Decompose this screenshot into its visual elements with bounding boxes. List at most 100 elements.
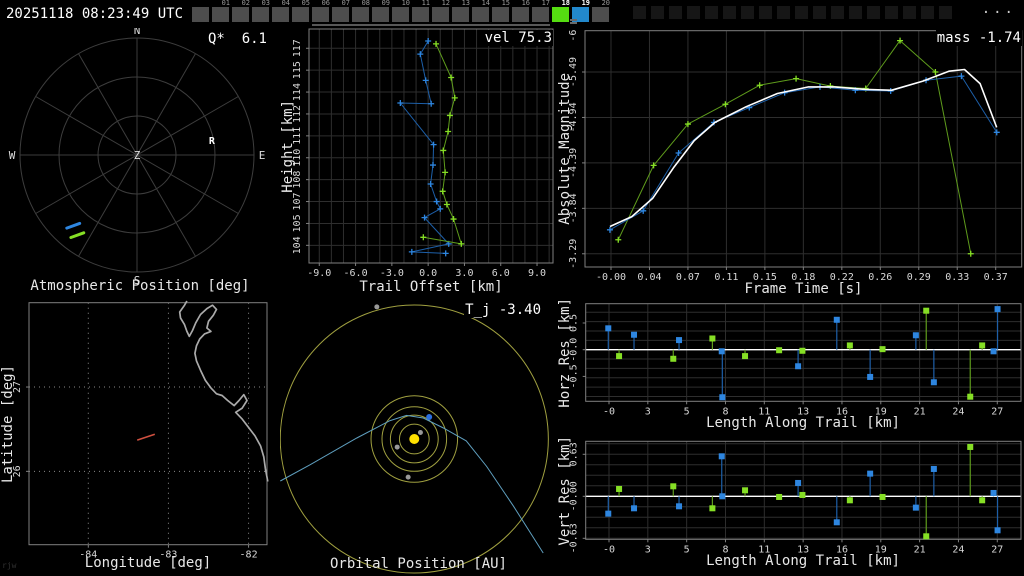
svg-text:R: R [209,136,216,147]
filmstrip-scrollbar[interactable] [312,24,550,26]
trail-ylabel: Height [km] [280,100,296,193]
film-thumb-03[interactable]: 03 [252,0,270,22]
svg-text:114: 114 [292,83,303,101]
film-thumb-12[interactable]: 12 [432,0,450,22]
film-thumb-label: 07 [341,0,350,7]
atmospheric-position-panel: NSWEZR Q* 6.1 Atmospheric Position [deg] [0,28,280,298]
film-slot-empty[interactable] [669,6,682,19]
film-thumb-20[interactable]: 20 [592,0,610,22]
film-thumb-label: 03 [261,0,270,7]
svg-text:-3.29: -3.29 [568,239,579,269]
film-thumb-17[interactable]: 17 [532,0,550,22]
film-slot-empty[interactable] [867,6,880,19]
film-thumb-05[interactable]: 05 [292,0,310,22]
svg-text:-3.0: -3.0 [380,268,404,279]
film-slot-empty[interactable] [813,6,826,19]
film-thumb-15[interactable]: 15 [492,0,510,22]
film-thumb-label: 15 [501,0,510,7]
svg-text:105: 105 [292,214,303,232]
svg-text:115: 115 [292,61,303,79]
svg-text:6.0: 6.0 [492,268,510,279]
film-thumb-label: 17 [541,0,550,7]
film-thumb-label: 02 [241,0,250,7]
horz-res-ylabel: Horz Res [km] [557,298,573,408]
film-thumb-01[interactable]: 01 [212,0,230,22]
svg-text:E: E [259,149,266,162]
film-slot-empty[interactable] [939,6,952,19]
film-thumb-label: 12 [441,0,450,7]
svg-text:107: 107 [292,193,303,211]
film-thumb-label: 14 [481,0,490,7]
atm-xlabel: Atmospheric Position [deg] [30,278,250,294]
svg-text:Z: Z [134,149,141,162]
magnitude-plot: -0.00 0.04 0.07 0.11 0.15 0.18 0.22 0.26 0.29 0.3… [568,28,1023,283]
residuals-plot: -0 3 5 8 11 13 16 19 21 24 270.5-0.0-0.5-0 3 5 8 11 13 1… [569,303,1022,555]
film-slot-empty[interactable] [741,6,754,19]
film-thumb-10[interactable]: 10 [392,0,410,22]
film-slot-empty[interactable] [705,6,718,19]
film-thumb-04[interactable]: 04 [272,0,290,22]
film-slot-empty[interactable] [687,6,700,19]
atmospheric-position-plot: NSW EZR [9,28,266,287]
film-slot-empty[interactable] [885,6,898,19]
watermark-text: rjw [2,561,17,570]
film-thumb-label: 11 [421,0,430,7]
orbital-position-plot [280,304,549,574]
svg-text:N: N [134,28,141,37]
film-thumb-blank[interactable] [192,7,209,22]
film-thumb-label: 20 [601,0,610,7]
tisserand-annotation: T_j -3.40 [464,302,542,318]
film-thumb-label: 08 [361,0,370,7]
orbital-xlabel: Orbital Position [AU] [329,556,507,572]
film-slot-empty[interactable] [795,6,808,19]
magnitude-panel: -0.00 0.04 0.07 0.11 0.15 0.18 0.22 0.26 0.29 0.3… [557,28,1024,298]
film-slot-empty[interactable] [723,6,736,19]
orbital-position-panel: T_j -3.40 Orbital Position [AU] [280,298,557,576]
film-thumb-02[interactable]: 02 [232,0,250,22]
vert-res-ylabel: Vert Res [km] [557,436,573,546]
top-bar: 20251118 08:23:49 UTC 01 02 03 04 05 06 07 08 09… [0,0,1024,28]
film-thumb-08[interactable]: 08 [352,0,370,22]
ground-track-map: -84 -83 -822726 [12,300,269,561]
film-thumb-13[interactable]: 13 [452,0,470,22]
magnitude-ylabel: Absolute Magnitude [557,73,573,225]
film-thumb-label: 18 [561,0,570,7]
film-thumb-label: 01 [221,0,230,7]
film-thumb-label: 05 [301,0,310,7]
film-slot-empty[interactable] [777,6,790,19]
film-thumb-label: 16 [521,0,530,7]
svg-text:3.0: 3.0 [455,268,473,279]
svg-text:-9.0: -9.0 [307,268,331,279]
film-thumb-label: 10 [401,0,410,7]
film-slot-empty[interactable] [903,6,916,19]
svg-text:-6.0: -6.0 [344,268,368,279]
film-slot-empty[interactable] [921,6,934,19]
film-thumb-16[interactable]: 16 [512,0,530,22]
map-xlabel: Longitude [deg] [84,555,212,571]
velocity-annotation: vel 75.3 [483,30,553,46]
svg-text:9.0: 9.0 [528,268,546,279]
film-thumb-14[interactable]: 14 [472,0,490,22]
map-ylabel: Latitude [deg] [0,365,16,484]
svg-text:104: 104 [292,236,303,254]
film-thumb-06[interactable]: 06 [312,0,330,22]
menu-dots-button[interactable]: ... [982,1,1016,17]
utc-timestamp: 20251118 08:23:49 UTC [6,6,184,22]
svg-text:-6.04: -6.04 [568,28,579,42]
residuals-panel: -0 3 5 8 11 13 16 19 21 24 27 0.5 -0.0 -0.5 -0 3 5 8 11 13 1… [557,298,1024,576]
film-slot-empty[interactable] [831,6,844,19]
svg-text:0.0: 0.0 [419,268,437,279]
film-slot-empty[interactable] [633,6,646,19]
film-thumb-07[interactable]: 07 [332,0,350,22]
film-thumb-label: 06 [321,0,330,7]
film-thumb-09[interactable]: 09 [372,0,390,22]
film-slot-empty[interactable] [849,6,862,19]
film-slot-empty[interactable] [651,6,664,19]
film-thumb-18[interactable]: 18 [552,0,570,22]
film-thumb-label: 09 [381,0,390,7]
vert-res-xlabel: Length Along Trail [km] [706,553,900,569]
current-frame-marker [570,19,577,25]
trail-offset-panel: -9.0 -6.0 -3.0 0.0 3.0 6.0 9.0 117 115 114 112 111 1… [280,28,557,298]
film-thumb-11[interactable]: 11 [412,0,430,22]
film-slot-empty[interactable] [759,6,772,19]
